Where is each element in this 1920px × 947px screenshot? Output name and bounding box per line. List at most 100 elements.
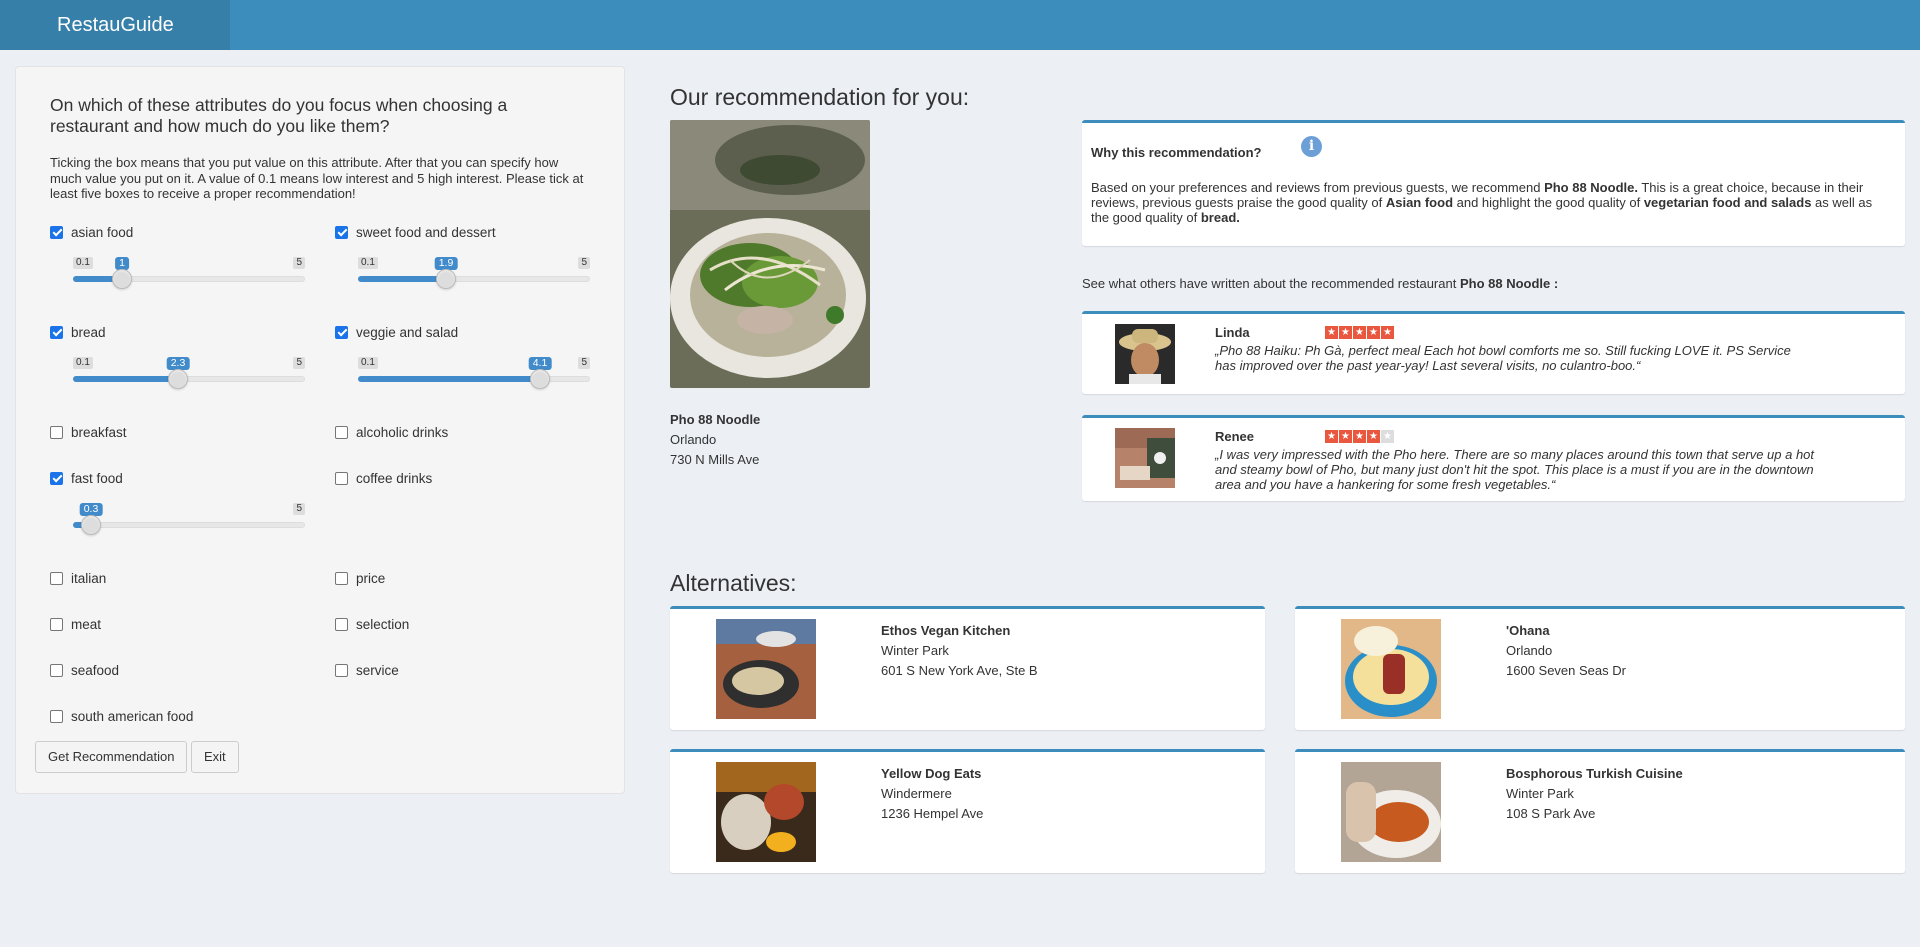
star-icon: ★ [1339, 430, 1352, 443]
checkbox-label: meat [71, 616, 102, 632]
slider-sweet-food[interactable]: 0.1 5 1.9 [358, 257, 590, 291]
review-text: „Pho 88 Haiku: Ph Gà, perfect meal Each … [1215, 343, 1791, 373]
checkbox-price[interactable]: price [335, 569, 385, 587]
slider-asian-food[interactable]: 0.1 5 1 [73, 257, 305, 291]
checkbox-box[interactable] [50, 425, 63, 439]
checkbox-veggie-salad[interactable]: veggie and salad [335, 323, 458, 341]
slider-bread[interactable]: 0.1 5 2.3 [73, 357, 305, 391]
checkbox-label: selection [356, 616, 410, 632]
checkbox-label: south american food [71, 708, 194, 724]
alternative-name[interactable]: Yellow Dog Eats [881, 764, 983, 784]
checkbox-box[interactable] [335, 571, 348, 585]
checkbox-sweet-food[interactable]: sweet food and dessert [335, 223, 496, 241]
alternative-city: Winter Park [1506, 786, 1574, 801]
star-icon: ★ [1325, 430, 1338, 443]
checkbox-bread[interactable]: bread [50, 323, 106, 341]
checkbox-service[interactable]: service [335, 661, 399, 679]
restaurant-address: 730 N Mills Ave [670, 452, 760, 467]
slider-handle[interactable] [81, 515, 101, 535]
checkbox-box[interactable] [50, 325, 63, 339]
slider-handle[interactable] [436, 269, 456, 289]
review-text: „I was very impressed with the Pho here.… [1215, 447, 1815, 492]
why-text: Based on your preferences and reviews fr… [1091, 180, 1891, 225]
checkbox-label: fast food [71, 470, 123, 486]
checkbox-box[interactable] [335, 425, 348, 439]
slider-fast-food[interactable]: 5 0.3 [73, 503, 305, 537]
checkbox-label: price [356, 570, 386, 586]
checkbox-box[interactable] [50, 709, 63, 723]
star-icon: ★ [1353, 326, 1366, 339]
alternative-name[interactable]: 'Ohana [1506, 621, 1626, 641]
reviewer-name: Renee [1215, 429, 1255, 444]
checkbox-alcoholic-drinks[interactable]: alcoholic drinks [335, 423, 448, 441]
checkbox-selection[interactable]: selection [335, 615, 409, 633]
reviewer-photo [1115, 324, 1175, 384]
slider-track[interactable] [73, 522, 305, 528]
checkbox-label: breakfast [71, 424, 127, 440]
exit-button[interactable]: Exit [191, 741, 239, 773]
alternative-card[interactable]: 'Ohana Orlando 1600 Seven Seas Dr [1295, 606, 1905, 730]
slider-min: 0.1 [358, 357, 378, 369]
recommendation-heading: Our recommendation for you: [670, 84, 970, 110]
checkbox-asian-food[interactable]: asian food [50, 223, 133, 241]
slider-handle[interactable] [112, 269, 132, 289]
reviews-intro: See what others have written about the r… [1082, 276, 1558, 291]
checkbox-box[interactable] [50, 663, 63, 677]
info-icon[interactable]: i [1301, 136, 1322, 157]
checkbox-coffee-drinks[interactable]: coffee drinks [335, 469, 432, 487]
checkbox-box[interactable] [50, 471, 63, 485]
checkbox-south-american-food[interactable]: south american food [50, 707, 193, 725]
checkbox-box[interactable] [335, 471, 348, 485]
recommended-restaurant-photo [670, 120, 870, 388]
checkbox-label: sweet food and dessert [356, 224, 496, 240]
checkbox-italian[interactable]: italian [50, 569, 106, 587]
reviews-intro-text: See what others have written about the r… [1082, 276, 1460, 291]
checkbox-label: asian food [71, 224, 134, 240]
review-card: Linda ★ ★ ★ ★ ★ „Pho 88 Haiku: Ph Gà, pe… [1082, 311, 1905, 394]
slider-handle[interactable] [530, 369, 550, 389]
preferences-panel: On which of these attributes do you focu… [15, 66, 625, 794]
get-recommendation-button[interactable]: Get Recommendation [35, 741, 188, 773]
slider-max: 5 [293, 357, 305, 369]
panel-title: On which of these attributes do you focu… [50, 95, 508, 136]
checkbox-meat[interactable]: meat [50, 615, 101, 633]
star-icon: ★ [1325, 326, 1338, 339]
restaurant-name: Pho 88 Noodle [670, 412, 761, 427]
checkbox-label: seafood [71, 662, 120, 678]
checkbox-fast-food[interactable]: fast food [50, 469, 123, 487]
checkbox-seafood[interactable]: seafood [50, 661, 119, 679]
checkbox-box[interactable] [50, 225, 63, 239]
checkbox-breakfast[interactable]: breakfast [50, 423, 127, 441]
star-empty-icon: ★ [1381, 430, 1394, 443]
alternative-card[interactable]: Bosphorous Turkish Cuisine Winter Park 1… [1295, 749, 1905, 873]
alternative-card[interactable]: Ethos Vegan Kitchen Winter Park 601 S Ne… [670, 606, 1265, 730]
slider-min: 0.1 [73, 257, 93, 269]
why-recommendation-box: Why this recommendation? i Based on your… [1082, 120, 1905, 246]
checkbox-box[interactable] [335, 225, 348, 239]
alternative-name[interactable]: Ethos Vegan Kitchen [881, 621, 1038, 641]
alternative-address: 1236 Hempel Ave [881, 806, 984, 821]
alternative-photo [716, 762, 816, 862]
alternative-name[interactable]: Bosphorous Turkish Cuisine [1506, 764, 1683, 784]
slider-fill [358, 376, 540, 382]
checkbox-label: bread [71, 324, 106, 340]
slider-handle[interactable] [168, 369, 188, 389]
checkbox-label: service [356, 662, 399, 678]
checkbox-box[interactable] [50, 617, 63, 631]
food-image [716, 619, 816, 719]
checkbox-box[interactable] [50, 571, 63, 585]
alternative-card[interactable]: Yellow Dog Eats Windermere 1236 Hempel A… [670, 749, 1265, 873]
reviewer-name: Linda [1215, 325, 1250, 340]
checkbox-box[interactable] [335, 663, 348, 677]
star-icon: ★ [1381, 326, 1394, 339]
checkbox-box[interactable] [335, 325, 348, 339]
star-icon: ★ [1353, 430, 1366, 443]
alternative-info: 'Ohana Orlando 1600 Seven Seas Dr [1506, 621, 1626, 681]
alternatives-heading: Alternatives: [670, 570, 797, 596]
checkbox-label: veggie and salad [356, 324, 459, 340]
brand-logo[interactable]: RestauGuide [0, 0, 230, 50]
checkbox-label: coffee drinks [356, 470, 433, 486]
checkbox-label: alcoholic drinks [356, 424, 449, 440]
checkbox-box[interactable] [335, 617, 348, 631]
slider-veggie-salad[interactable]: 0.1 5 4.1 [358, 357, 590, 391]
